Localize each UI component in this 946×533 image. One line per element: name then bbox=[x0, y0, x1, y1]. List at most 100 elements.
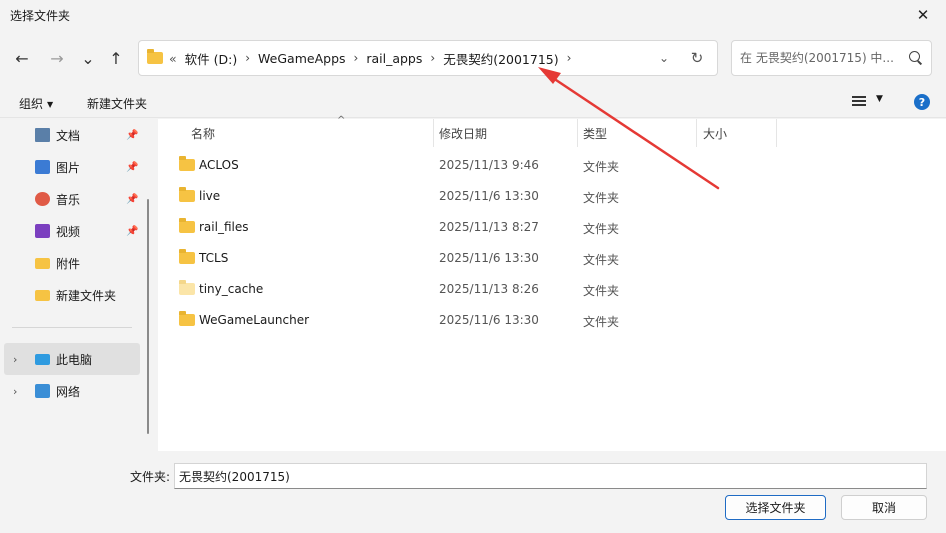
title-bar: 选择文件夹 ✕ bbox=[0, 0, 946, 30]
file-row[interactable]: live 2025/11/6 13:30 文件夹 bbox=[176, 181, 936, 211]
sidebar-item-pictures[interactable]: 图片 📌 bbox=[0, 151, 142, 183]
pin-icon[interactable]: 📌 bbox=[126, 226, 138, 237]
file-name: TCLS bbox=[199, 251, 229, 265]
arrow-right-icon: → bbox=[50, 48, 64, 68]
arrow-left-icon: ← bbox=[15, 48, 29, 68]
breadcrumb-current-folder[interactable]: 无畏契约(2001715) bbox=[443, 49, 558, 68]
chevron-right-icon[interactable]: › bbox=[567, 51, 572, 65]
folder-name-input[interactable] bbox=[174, 463, 927, 489]
column-divider[interactable] bbox=[696, 119, 697, 147]
sidebar-item-documents[interactable]: 文档 📌 bbox=[0, 119, 142, 151]
file-modified: 2025/11/13 8:27 bbox=[439, 220, 539, 234]
arrow-up-icon: ↑ bbox=[109, 48, 123, 68]
sidebar-divider bbox=[12, 327, 132, 328]
file-type: 文件夹 bbox=[583, 160, 620, 174]
sidebar-item-videos[interactable]: 视频 📌 bbox=[0, 215, 142, 247]
dialog-footer: 文件夹: 选择文件夹 取消 bbox=[0, 451, 946, 533]
pin-icon[interactable]: 📌 bbox=[126, 194, 138, 205]
cancel-button[interactable]: 取消 bbox=[841, 495, 927, 520]
folder-icon bbox=[179, 249, 195, 264]
sidebar-item-network[interactable]: › 网络 bbox=[0, 375, 142, 407]
command-bar: 组织 ▼ 新建文件夹 ▼ bbox=[0, 86, 946, 118]
window-title: 选择文件夹 bbox=[10, 9, 71, 23]
folder-label: 文件夹: bbox=[130, 470, 171, 484]
address-dropdown-button[interactable]: ⌄ bbox=[651, 51, 677, 65]
organize-label: 组织 bbox=[19, 97, 44, 111]
sidebar-item-new-folder[interactable]: 新建文件夹 bbox=[0, 279, 142, 311]
recent-locations-button[interactable]: ⌄ bbox=[75, 46, 101, 70]
file-name: ACLOS bbox=[199, 158, 239, 172]
refresh-icon[interactable]: ↻ bbox=[677, 49, 717, 67]
folder-icon bbox=[147, 49, 163, 64]
sidebar-scrollbar[interactable] bbox=[147, 199, 149, 434]
chevron-right-icon[interactable]: › bbox=[13, 385, 17, 398]
file-modified: 2025/11/13 9:46 bbox=[439, 158, 539, 172]
search-input[interactable] bbox=[740, 51, 909, 65]
up-button[interactable]: ↑ bbox=[103, 46, 129, 70]
file-modified: 2025/11/6 13:30 bbox=[439, 251, 539, 265]
file-name: live bbox=[199, 189, 221, 203]
close-button[interactable]: ✕ bbox=[900, 0, 946, 30]
search-icon[interactable] bbox=[909, 51, 923, 65]
file-name: WeGameLauncher bbox=[199, 313, 310, 327]
video-icon bbox=[35, 224, 50, 238]
column-header-modified[interactable]: 修改日期 bbox=[439, 119, 487, 147]
folder-icon bbox=[35, 257, 50, 269]
back-button[interactable]: ← bbox=[9, 46, 35, 70]
file-row[interactable]: tiny_cache 2025/11/13 8:26 文件夹 bbox=[176, 274, 936, 304]
sidebar-item-music[interactable]: 音乐 📌 bbox=[0, 183, 142, 215]
breadcrumb-overflow[interactable]: « bbox=[169, 51, 177, 66]
chevron-right-icon[interactable]: › bbox=[13, 353, 17, 366]
address-bar[interactable]: « 软件 (D:) › WeGameApps › rail_apps › 无畏契… bbox=[138, 40, 718, 76]
breadcrumb-wegameapps[interactable]: WeGameApps bbox=[258, 51, 345, 66]
caret-down-icon[interactable]: ▼ bbox=[876, 94, 883, 104]
chevron-right-icon[interactable]: › bbox=[430, 51, 435, 65]
column-divider[interactable] bbox=[577, 119, 578, 147]
column-divider[interactable] bbox=[433, 119, 434, 147]
breadcrumb-rail-apps[interactable]: rail_apps bbox=[366, 51, 422, 66]
navigation-bar: ← → ⌄ ↑ « 软件 (D:) › WeGameApps › rail_ap… bbox=[0, 30, 946, 86]
forward-button[interactable]: → bbox=[44, 46, 70, 70]
file-modified: 2025/11/6 13:30 bbox=[439, 313, 539, 327]
column-header-size[interactable]: 大小 bbox=[703, 119, 727, 147]
hidden-folder-icon bbox=[179, 280, 195, 295]
sidebar-item-label: 图片 bbox=[56, 160, 81, 175]
sidebar-item-label: 此电脑 bbox=[56, 352, 93, 367]
file-name: rail_files bbox=[199, 220, 249, 234]
close-icon: ✕ bbox=[916, 6, 930, 24]
file-type: 文件夹 bbox=[583, 284, 620, 298]
network-icon bbox=[35, 384, 50, 398]
caret-down-icon: ▼ bbox=[47, 100, 54, 109]
file-type: 文件夹 bbox=[583, 191, 620, 205]
file-row[interactable]: rail_files 2025/11/13 8:27 文件夹 bbox=[176, 212, 936, 242]
file-type: 文件夹 bbox=[583, 222, 620, 236]
folder-icon bbox=[179, 187, 195, 202]
pictures-icon bbox=[35, 160, 50, 174]
file-row[interactable]: WeGameLauncher 2025/11/6 13:30 文件夹 bbox=[176, 305, 936, 335]
file-row[interactable]: ACLOS 2025/11/13 9:46 文件夹 bbox=[176, 150, 936, 180]
music-icon bbox=[35, 192, 50, 206]
file-modified: 2025/11/6 13:30 bbox=[439, 189, 539, 203]
breadcrumb-drive[interactable]: 软件 (D:) bbox=[185, 49, 238, 68]
column-header-name[interactable]: 名称 ^ bbox=[191, 115, 345, 147]
chevron-right-icon[interactable]: › bbox=[245, 51, 250, 65]
folder-icon bbox=[179, 218, 195, 233]
pin-icon[interactable]: 📌 bbox=[126, 162, 138, 173]
sidebar-item-attachments[interactable]: 附件 bbox=[0, 247, 142, 279]
organize-menu-button[interactable]: 组织 ▼ bbox=[19, 95, 53, 112]
new-folder-button[interactable]: 新建文件夹 bbox=[87, 95, 147, 112]
column-header-type[interactable]: 类型 bbox=[583, 119, 607, 147]
file-row[interactable]: TCLS 2025/11/6 13:30 文件夹 bbox=[176, 243, 936, 273]
pin-icon[interactable]: 📌 bbox=[126, 130, 138, 141]
folder-icon bbox=[35, 289, 50, 301]
sidebar-item-label: 视频 bbox=[56, 224, 81, 239]
help-icon[interactable]: ? bbox=[914, 94, 930, 110]
sidebar-item-label: 音乐 bbox=[56, 192, 81, 207]
search-box[interactable] bbox=[731, 40, 932, 76]
file-name: tiny_cache bbox=[199, 282, 264, 296]
chevron-right-icon[interactable]: › bbox=[354, 51, 359, 65]
view-options-icon[interactable] bbox=[852, 96, 866, 108]
column-divider[interactable] bbox=[776, 119, 777, 147]
sidebar-item-this-pc[interactable]: › 此电脑 bbox=[4, 343, 140, 375]
select-folder-button[interactable]: 选择文件夹 bbox=[725, 495, 826, 520]
